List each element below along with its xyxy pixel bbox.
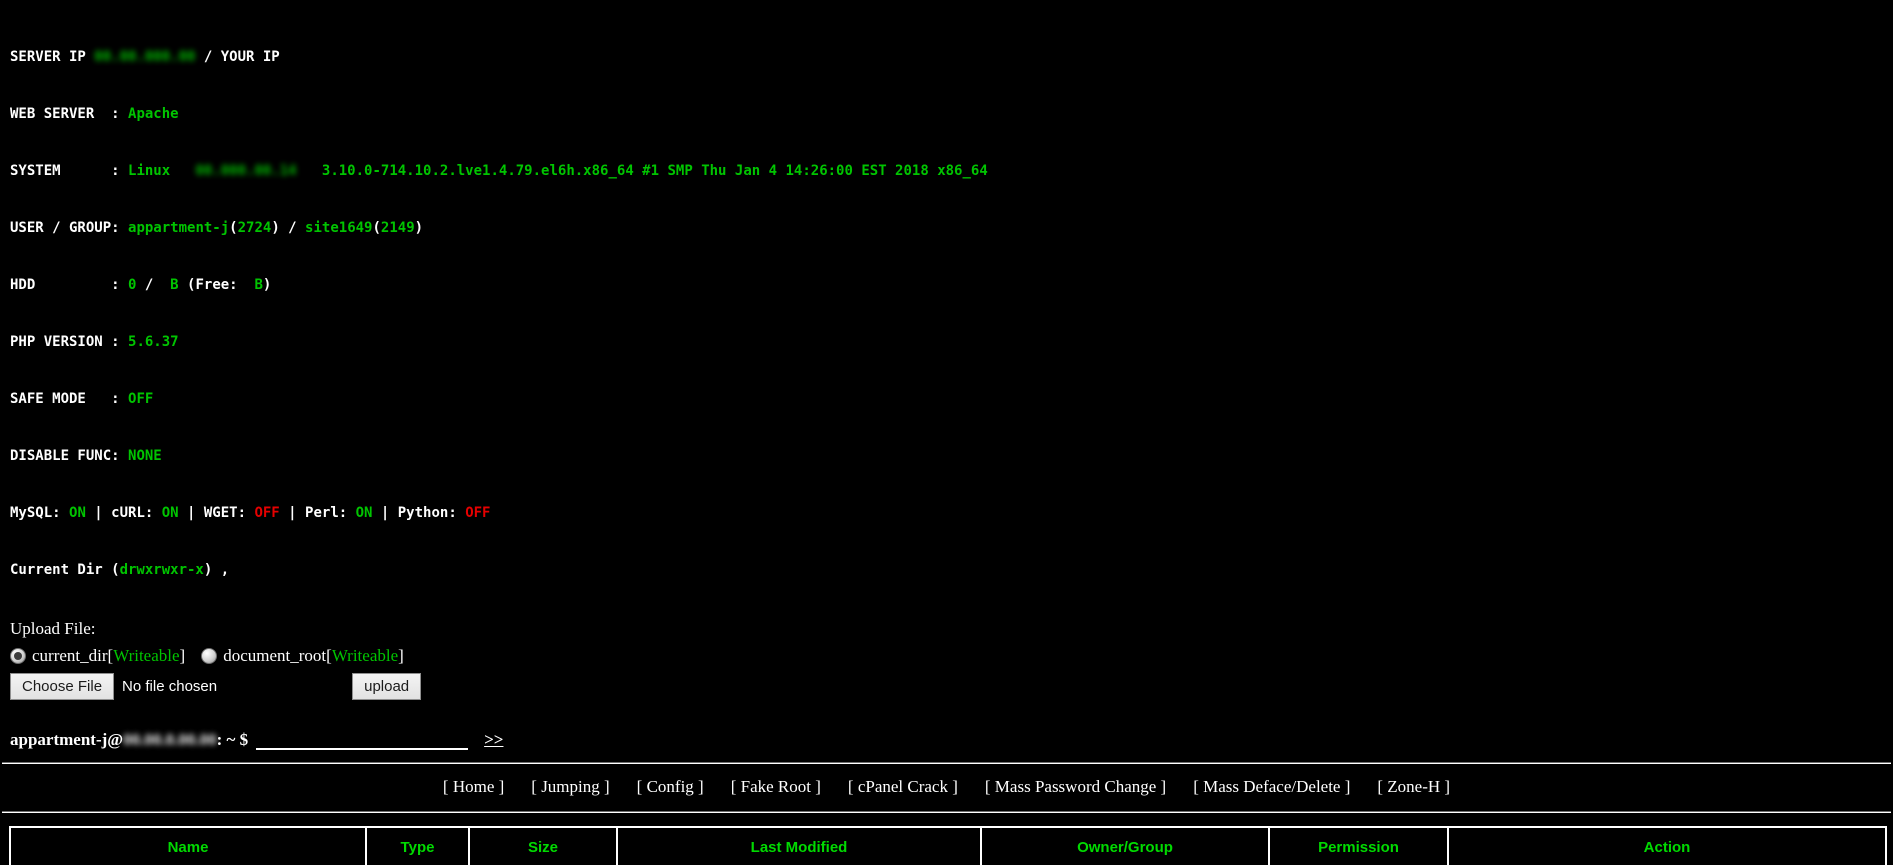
prompt-host-redacted: 00.00.0.00.00: [123, 730, 217, 749]
wget-status: OFF: [254, 505, 280, 521]
nav-item-cpanel-crack[interactable]: [ cPanel Crack ]: [848, 777, 958, 799]
curl-status: ON: [161, 505, 179, 521]
nav-item-mass-deface-delete[interactable]: [ Mass Deface/Delete ]: [1193, 777, 1350, 799]
kernel-version: 3.10.0-714.10.2.lve1.4.79.el6h.x86_64 #1…: [296, 163, 988, 179]
group-id: 2149: [380, 220, 415, 236]
prompt-suffix: : ~ $: [216, 730, 249, 749]
document-root-writeable: Writeable: [331, 646, 399, 665]
file-chosen-status: No file chosen: [122, 678, 218, 695]
upload-title: Upload File:: [10, 619, 96, 638]
col-header-owner-group: Owner/Group: [980, 826, 1270, 865]
system-line: SYSTEM : Linux 00.000.00.14 3.10.0-714.1…: [10, 163, 988, 179]
safe-mode-line: SAFE MODE : OFF: [10, 391, 154, 407]
hdd-line: HDD : 0 / B (Free: B): [10, 277, 272, 293]
file-listing-table: Name Type Size Last Modified Owner/Group…: [9, 826, 1887, 865]
col-header-name: Name: [9, 826, 367, 865]
perl-status: ON: [355, 505, 373, 521]
command-submit-link[interactable]: >>: [484, 730, 503, 750]
nav-item-zone-h[interactable]: [ Zone-H ]: [1377, 777, 1450, 799]
group-name: site1649: [305, 220, 373, 236]
col-header-last-modified: Last Modified: [616, 826, 982, 865]
disable-func-value: NONE: [128, 448, 162, 464]
php-version-value: 5.6.37: [128, 334, 179, 350]
web-server-line: WEB SERVER : Apache: [10, 106, 179, 122]
nav-item-mass-password-change[interactable]: [ Mass Password Change ]: [985, 777, 1166, 799]
features-line: MySQL: ON | cURL: ON | WGET: OFF | Perl:…: [10, 505, 491, 521]
table-header-row: Name Type Size Last Modified Owner/Group…: [9, 826, 1887, 865]
server-ip-redacted: 00.00.000.00: [94, 49, 196, 65]
nav-item-config[interactable]: [ Config ]: [637, 777, 704, 799]
your-ip-label: / YOUR IP: [195, 49, 280, 65]
user-group-line: USER / GROUP: appartment-j(2724) / site1…: [10, 220, 424, 236]
upload-target-row: current_dir [ Writeable ] document_root …: [10, 646, 1893, 666]
server-info-block: SERVER IP 00.00.000.00 / YOUR IP WEB SER…: [0, 0, 1893, 599]
col-header-type: Type: [365, 826, 470, 865]
server-ip-label: SERVER IP: [10, 49, 95, 65]
divider-bottom: [2, 811, 1891, 813]
server-ip-line: SERVER IP 00.00.000.00 / YOUR IP: [10, 48, 1893, 67]
nav-item-home[interactable]: [ Home ]: [443, 777, 504, 799]
web-server-value: Apache: [128, 106, 179, 122]
document-root-radio[interactable]: [201, 648, 218, 664]
col-header-action: Action: [1447, 826, 1887, 865]
upload-section: Upload File: current_dir [ Writeable ] d…: [10, 619, 1893, 700]
file-input-row: Choose File No file chosen upload: [10, 673, 1893, 700]
current-dir-line: Current Dir (drwxrwxr-x) ,: [10, 562, 230, 578]
mysql-status: ON: [69, 505, 86, 521]
python-status: OFF: [465, 505, 491, 521]
current-dir-radio[interactable]: [10, 648, 26, 664]
hostname-redacted: 00.000.00.14: [195, 163, 297, 179]
command-input[interactable]: [256, 726, 469, 750]
user-name: appartment-j: [128, 220, 230, 236]
nav-item-jumping[interactable]: [ Jumping ]: [531, 777, 609, 799]
current-dir-label: current_dir: [32, 646, 108, 665]
disable-func-line: DISABLE FUNC: NONE: [10, 448, 162, 464]
col-header-size: Size: [468, 826, 618, 865]
choose-file-button[interactable]: Choose File: [10, 673, 115, 700]
upload-button[interactable]: upload: [352, 673, 422, 700]
terminal-prompt: appartment-j@ 00.00.0.00.00: ~ $ >>: [10, 726, 1893, 750]
prompt-user: appartment-j@: [10, 730, 124, 749]
safe-mode-value: OFF: [128, 391, 154, 407]
col-header-permission: Permission: [1268, 826, 1449, 865]
divider-top: [2, 762, 1891, 764]
document-root-label: document_root: [223, 646, 327, 665]
nav-item-fake-root[interactable]: [ Fake Root ]: [731, 777, 821, 799]
nav-menu: [ Home ] [ Jumping ] [ Config ] [ Fake R…: [0, 777, 1893, 799]
php-version-line: PHP VERSION : 5.6.37: [10, 334, 179, 350]
current-dir-permission: drwxrwxr-x: [119, 562, 204, 578]
user-id: 2724: [237, 220, 272, 236]
current-dir-writeable: Writeable: [113, 646, 180, 665]
